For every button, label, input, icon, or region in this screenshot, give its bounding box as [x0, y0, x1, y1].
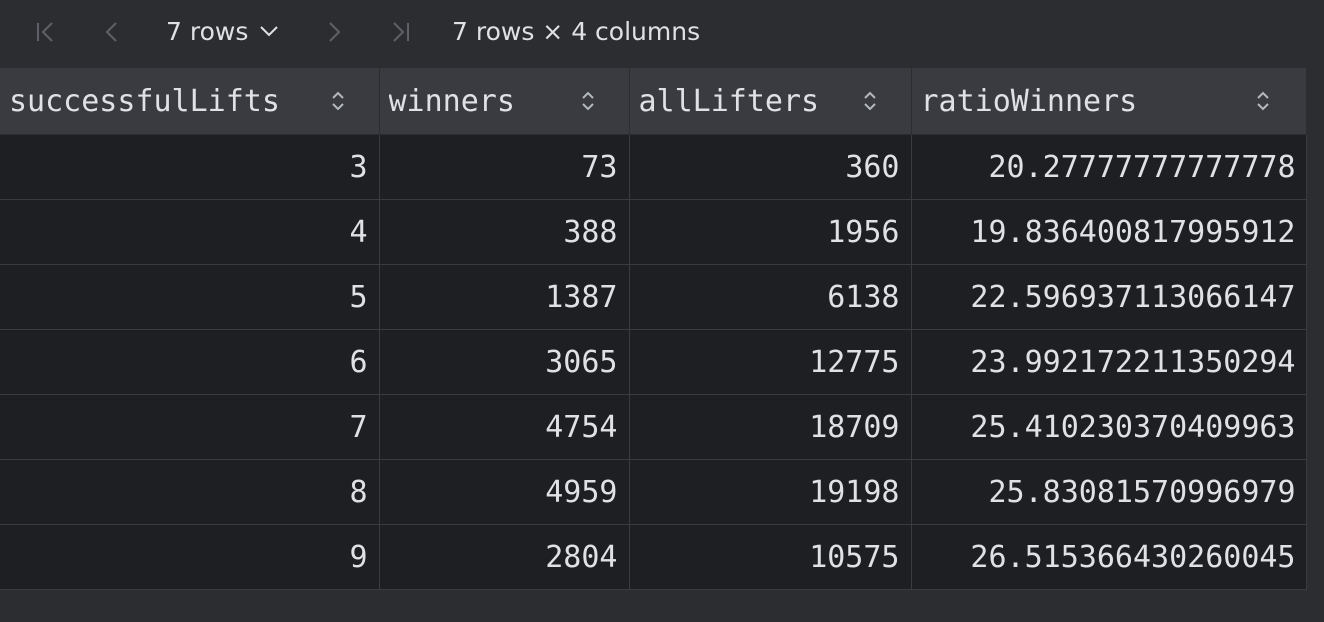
table-cell[interactable]: 26.515366430260045: [911, 524, 1307, 590]
table-cell[interactable]: 73: [379, 134, 630, 200]
table-cell[interactable]: 3: [0, 134, 380, 200]
table-row[interactable]: 8 4959 19198 25.83081570996979: [0, 459, 1307, 525]
table-cell[interactable]: 6: [0, 329, 380, 395]
table-cell[interactable]: 10575: [629, 524, 912, 590]
table-row[interactable]: 3 73 360 20.27777777777778: [0, 134, 1307, 200]
table-cell[interactable]: 360: [629, 134, 912, 200]
table-cell[interactable]: 6138: [629, 264, 912, 330]
table-cell[interactable]: 9: [0, 524, 380, 590]
table-cell[interactable]: 3065: [379, 329, 630, 395]
table-cell[interactable]: 388: [379, 199, 630, 265]
table-cell[interactable]: 25.83081570996979: [911, 459, 1307, 525]
column-header-ratioWinners[interactable]: ratioWinners: [911, 68, 1307, 135]
data-table-container: successfulLifts winners allLifters ratio…: [0, 68, 1307, 590]
pagination-toolbar: 7 rows 7 rows × 4 columns: [0, 0, 1324, 66]
table-summary: 7 rows × 4 columns: [452, 17, 701, 46]
chevron-down-icon: [258, 23, 280, 42]
table-cell[interactable]: 23.992172211350294: [911, 329, 1307, 395]
sort-icon[interactable]: [863, 90, 877, 112]
column-header-successfulLifts[interactable]: successfulLifts: [0, 68, 380, 135]
last-page-icon[interactable]: [382, 14, 418, 50]
table-cell[interactable]: 5: [0, 264, 380, 330]
sort-icon[interactable]: [581, 90, 595, 112]
table-row[interactable]: 7 4754 18709 25.410230370409963: [0, 394, 1307, 460]
table-cell[interactable]: 20.27777777777778: [911, 134, 1307, 200]
table-cell[interactable]: 7: [0, 394, 380, 460]
table-cell[interactable]: 4754: [379, 394, 630, 460]
table-row[interactable]: 6 3065 12775 23.992172211350294: [0, 329, 1307, 395]
sort-icon[interactable]: [331, 90, 345, 112]
table-cell[interactable]: 19198: [629, 459, 912, 525]
column-header-allLifters[interactable]: allLifters: [629, 68, 912, 135]
rows-per-page-dropdown[interactable]: 7 rows: [160, 14, 286, 50]
rows-per-page-label: 7 rows: [166, 17, 249, 46]
table-cell[interactable]: 2804: [379, 524, 630, 590]
column-header-label: successfulLifts: [9, 83, 280, 119]
table-cell[interactable]: 8: [0, 459, 380, 525]
table-cell[interactable]: 22.596937113066147: [911, 264, 1307, 330]
table-cell[interactable]: 19.836400817995912: [911, 199, 1307, 265]
column-header-label: winners: [388, 83, 515, 119]
first-page-icon[interactable]: [28, 14, 64, 50]
table-cell[interactable]: 25.410230370409963: [911, 394, 1307, 460]
column-header-winners[interactable]: winners: [379, 68, 630, 135]
previous-page-icon[interactable]: [94, 14, 130, 50]
table-row[interactable]: 5 1387 6138 22.596937113066147: [0, 264, 1307, 330]
table-cell[interactable]: 4959: [379, 459, 630, 525]
table-row[interactable]: 9 2804 10575 26.515366430260045: [0, 524, 1307, 590]
column-header-label: ratioWinners: [920, 83, 1138, 119]
next-page-icon[interactable]: [316, 14, 352, 50]
column-header-label: allLifters: [638, 83, 820, 119]
table-cell[interactable]: 18709: [629, 394, 912, 460]
table-row[interactable]: 4 388 1956 19.836400817995912: [0, 199, 1307, 265]
table-cell[interactable]: 1387: [379, 264, 630, 330]
sort-icon[interactable]: [1256, 90, 1270, 112]
data-table: successfulLifts winners allLifters ratio…: [0, 68, 1307, 590]
header-row: successfulLifts winners allLifters ratio…: [0, 68, 1307, 135]
table-cell[interactable]: 4: [0, 199, 380, 265]
table-cell[interactable]: 12775: [629, 329, 912, 395]
table-cell[interactable]: 1956: [629, 199, 912, 265]
